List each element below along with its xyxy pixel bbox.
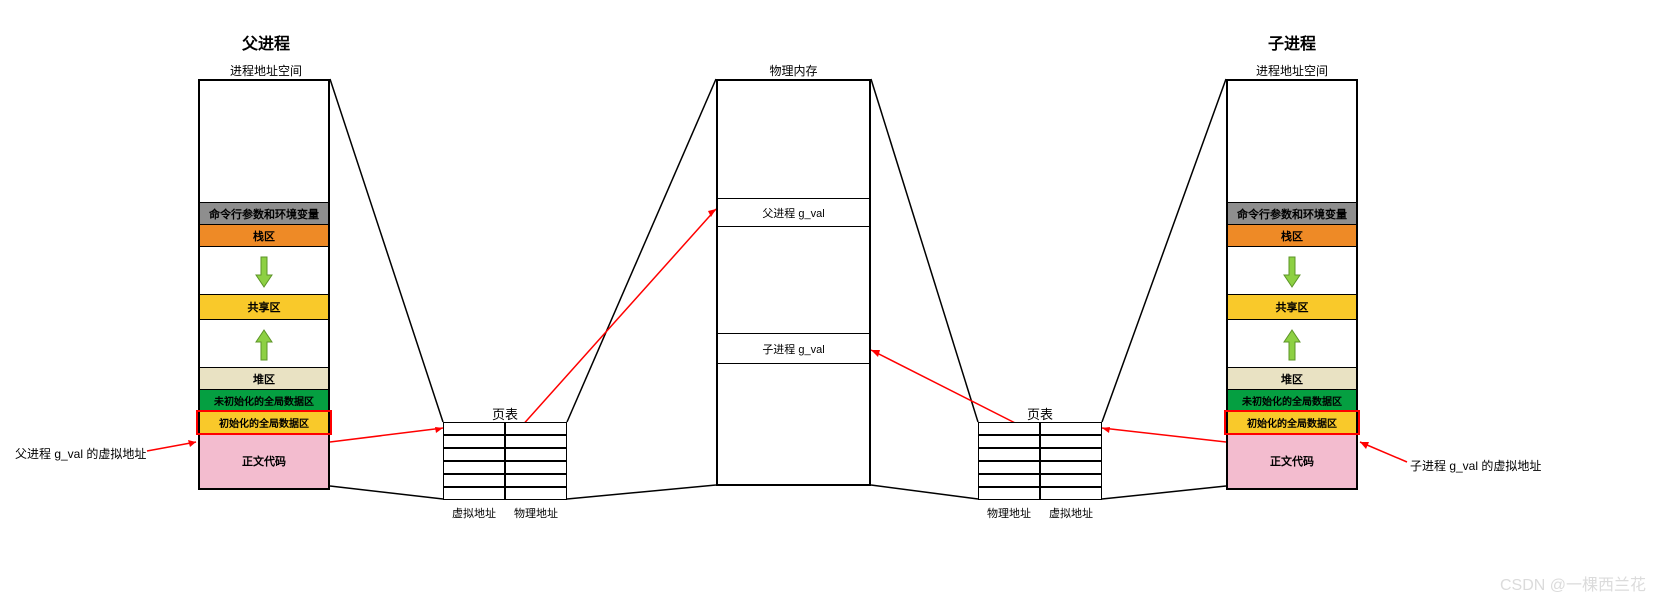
parent-shared-segment: 共享区	[200, 295, 328, 320]
child-title: 子进程	[1226, 30, 1358, 54]
table-row	[978, 435, 1102, 448]
phys-parent-gval: 父进程 g_val	[718, 199, 869, 227]
child-init-segment: 初始化的全局数据区	[1228, 412, 1356, 434]
parent-stack-segment: 栈区	[200, 225, 328, 247]
child-page-table-title: 页表	[978, 404, 1102, 423]
arrow-down-icon	[254, 253, 274, 289]
phys-blank-bottom	[718, 364, 869, 484]
parent-init-label: 初始化的全局数据区	[219, 415, 309, 430]
child-subtitle: 进程地址空间	[1226, 62, 1358, 79]
child-arrow-down	[1228, 247, 1356, 295]
parent-address-space: 命令行参数和环境变量 栈区 共享区 堆区 未初始化的全局数据区 初始化的全局数据…	[198, 79, 330, 490]
table-row	[978, 461, 1102, 474]
parent-text-segment: 正文代码	[200, 434, 328, 488]
table-row	[978, 487, 1102, 500]
child-cmd-env-segment: 命令行参数和环境变量	[1228, 203, 1356, 225]
child-pt-col-left: 物理地址	[978, 505, 1040, 521]
phys-blank-top	[718, 81, 869, 199]
physical-memory: 父进程 g_val 子进程 g_val	[716, 79, 871, 486]
watermark: CSDN @一棵西兰花	[1500, 571, 1646, 595]
arrow-down-icon	[1282, 253, 1302, 289]
table-row	[443, 461, 567, 474]
parent-uninit-segment: 未初始化的全局数据区	[200, 390, 328, 412]
child-text-segment: 正文代码	[1228, 434, 1356, 488]
child-shared-segment: 共享区	[1228, 295, 1356, 320]
child-arrow-up	[1228, 320, 1356, 368]
child-heap-segment: 堆区	[1228, 368, 1356, 390]
child-uninit-segment: 未初始化的全局数据区	[1228, 390, 1356, 412]
arrow-up-icon	[1282, 326, 1302, 362]
parent-arrow-up	[200, 320, 328, 368]
parent-pointer-label: 父进程 g_val 的虚拟地址	[15, 445, 146, 462]
table-row	[443, 448, 567, 461]
parent-empty-top	[200, 81, 328, 203]
table-row	[443, 474, 567, 487]
child-address-space: 命令行参数和环境变量 栈区 共享区 堆区 未初始化的全局数据区 初始化的全局数据…	[1226, 79, 1358, 490]
child-pt-col-right: 虚拟地址	[1040, 505, 1102, 521]
table-row	[443, 435, 567, 448]
phys-gap	[718, 227, 869, 334]
table-row	[443, 487, 567, 500]
table-row	[978, 474, 1102, 487]
child-page-table	[978, 422, 1102, 500]
parent-title: 父进程	[200, 30, 332, 54]
child-empty-top	[1228, 81, 1356, 203]
child-init-label: 初始化的全局数据区	[1247, 415, 1337, 430]
parent-pt-col-left: 虚拟地址	[443, 505, 505, 521]
parent-subtitle: 进程地址空间	[200, 62, 332, 79]
physmem-title: 物理内存	[716, 62, 871, 79]
table-row	[978, 422, 1102, 435]
child-pointer-label: 子进程 g_val 的虚拟地址	[1410, 457, 1541, 474]
parent-page-table-title: 页表	[443, 404, 567, 423]
arrow-up-icon	[254, 326, 274, 362]
table-row	[978, 448, 1102, 461]
child-stack-segment: 栈区	[1228, 225, 1356, 247]
parent-cmd-env-segment: 命令行参数和环境变量	[200, 203, 328, 225]
parent-init-segment: 初始化的全局数据区	[200, 412, 328, 434]
parent-page-table	[443, 422, 567, 500]
parent-heap-segment: 堆区	[200, 368, 328, 390]
parent-arrow-down	[200, 247, 328, 295]
table-row	[443, 422, 567, 435]
parent-pt-col-right: 物理地址	[505, 505, 567, 521]
phys-child-gval: 子进程 g_val	[718, 334, 869, 364]
